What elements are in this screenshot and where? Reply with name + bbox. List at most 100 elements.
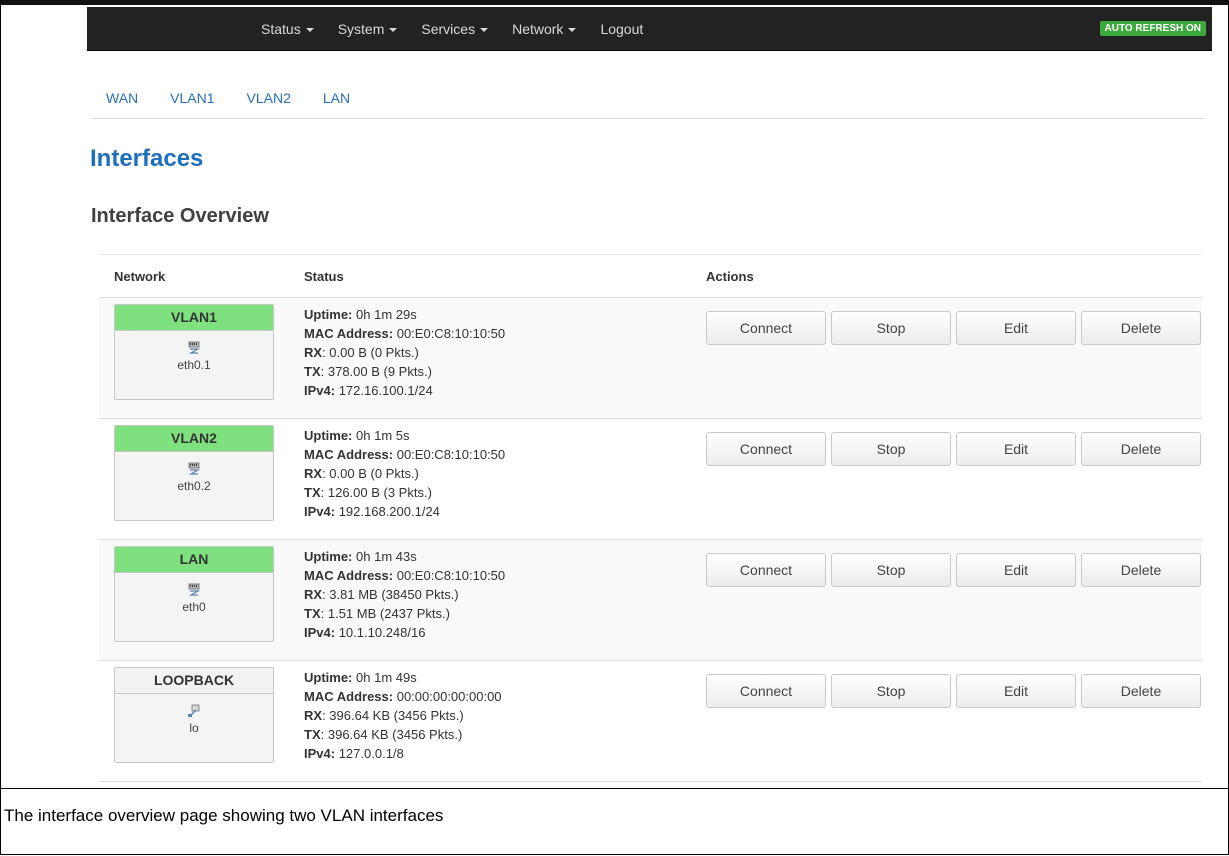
nav-item-system[interactable]: System — [338, 21, 398, 37]
status-rx: RX: 0.00 B (0 Pkts.) — [304, 345, 419, 360]
nav-item-label: System — [337, 20, 385, 37]
nav-item-label: Network — [512, 20, 564, 37]
section-title: Interface Overview — [91, 205, 269, 227]
tab-wan[interactable]: WAN — [91, 80, 154, 118]
interface-status: Uptime: 0h 1m 29s MAC Address: 00:E0:C8:1… — [304, 305, 505, 400]
auto-refresh-toggle[interactable]: AUTO REFRESH ON — [1099, 21, 1206, 36]
status-label: Uptime: — [304, 549, 353, 564]
nav-item-logout[interactable]: Logout — [600, 21, 643, 37]
nav-item-status[interactable]: Status — [261, 21, 314, 37]
table-row: VLAN2 eth0.2 Uptime: 0h 1m 5s MAC Address: … — [99, 419, 1202, 540]
ethernet-port-icon — [187, 341, 201, 355]
status-value: 3.81 MB (38450 Pkts.) — [329, 587, 459, 602]
stop-button[interactable]: Stop — [831, 311, 951, 345]
status-label: IPv4: — [304, 383, 336, 398]
ethernet-port-icon — [187, 462, 201, 476]
stop-button[interactable]: Stop — [831, 432, 951, 466]
nav-item-label: Logout — [600, 20, 644, 37]
status-label: MAC Address: — [304, 689, 394, 704]
status-value: 00:E0:C8:10:10:50 — [396, 447, 506, 462]
interface-status: Uptime: 0h 1m 49s MAC Address: 00:00:00:0… — [304, 668, 502, 763]
status-label: IPv4: — [304, 625, 336, 640]
status-mac: MAC Address: 00:E0:C8:10:10:50 — [304, 445, 505, 464]
connect-button[interactable]: Connect — [706, 432, 826, 466]
nav-item-label: Services — [421, 20, 476, 37]
interface-status: Uptime: 0h 1m 5s MAC Address: 00:E0:C8:10… — [304, 426, 505, 521]
edit-button[interactable]: Edit — [956, 311, 1076, 345]
status-value: 1.51 MB (2437 Pkts.) — [327, 606, 450, 621]
status-mac: MAC Address: 00:E0:C8:10:10:50 — [304, 566, 505, 585]
status-value: 378.00 B (9 Pkts.) — [327, 364, 432, 379]
nav-menu: Status System Services Network Logout — [261, 7, 667, 50]
edit-button[interactable]: Edit — [956, 432, 1076, 466]
table-row: LAN eth0 Uptime: 0h 1m 43s MAC Address: 00:… — [99, 540, 1202, 661]
delete-button[interactable]: Delete — [1081, 311, 1201, 345]
nav-item-network[interactable]: Network — [512, 20, 577, 37]
delete-button[interactable]: Delete — [1081, 432, 1201, 466]
status-value: 00:E0:C8:10:10:50 — [396, 568, 506, 583]
nav-item-label: Status — [261, 20, 301, 37]
status-mac: MAC Address: 00:00:00:00:00:00 — [304, 687, 502, 706]
interface-badge: VLAN1 eth0.1 — [114, 304, 274, 400]
status-ipv4: IPv4: 10.1.10.248/16 — [304, 623, 505, 642]
device-name: lo — [189, 721, 199, 735]
status-value: 10.1.10.248/16 — [338, 625, 426, 640]
caret-down-icon — [305, 27, 314, 32]
nav-item-services[interactable]: Services — [421, 20, 489, 37]
table-row: VLAN1 eth0.1 Uptime: 0h 1m 29s MAC Address:… — [99, 298, 1202, 419]
interface-device: lo — [115, 694, 273, 735]
status-value: 126.00 B (3 Pkts.) — [327, 485, 432, 500]
delete-button[interactable]: Delete — [1081, 674, 1201, 708]
status-label: RX — [304, 587, 323, 602]
status-label: Uptime: — [304, 428, 353, 443]
interface-badge: VLAN2 eth0.2 — [114, 425, 274, 521]
delete-button[interactable]: Delete — [1081, 553, 1201, 587]
interface-status: Uptime: 0h 1m 43s MAC Address: 00:E0:C8:1… — [304, 547, 505, 642]
status-mac: MAC Address: 00:E0:C8:10:10:50 — [304, 324, 505, 343]
interface-name: LAN — [115, 547, 273, 573]
interface-name: VLAN1 — [115, 305, 273, 331]
tab-vlan2[interactable]: VLAN2 — [231, 80, 307, 118]
status-label: RX — [304, 466, 323, 481]
status-label: Uptime: — [304, 307, 353, 322]
connect-button[interactable]: Connect — [706, 311, 826, 345]
status-tx: TX: 378.00 B (9 Pkts.) — [304, 364, 432, 379]
status-value: 0.00 B (0 Pkts.) — [329, 345, 419, 360]
status-rx: RX: 3.81 MB (38450 Pkts.) — [304, 587, 459, 602]
device-name: eth0.2 — [177, 479, 211, 493]
status-uptime: Uptime: 0h 1m 29s — [304, 305, 505, 324]
status-uptime: Uptime: 0h 1m 43s — [304, 547, 505, 566]
status-label: IPv4: — [304, 504, 336, 519]
frame-divider — [0, 788, 1229, 789]
row-actions: Connect Stop Edit Delete — [706, 674, 1206, 708]
status-label: TX — [304, 606, 321, 621]
status-label: TX — [304, 364, 321, 379]
connect-button[interactable]: Connect — [706, 553, 826, 587]
stop-button[interactable]: Stop — [831, 674, 951, 708]
interface-table: Network Status Actions VLAN1 eth0.1 Uptime… — [99, 254, 1202, 782]
interface-tabs: WAN VLAN1 VLAN2 LAN — [91, 80, 1205, 119]
stop-button[interactable]: Stop — [831, 553, 951, 587]
edit-button[interactable]: Edit — [956, 553, 1076, 587]
status-label: MAC Address: — [304, 447, 394, 462]
status-value: 00:00:00:00:00:00 — [396, 689, 502, 704]
status-tx: TX: 1.51 MB (2437 Pkts.) — [304, 606, 450, 621]
status-value: 172.16.100.1/24 — [338, 383, 433, 398]
row-actions: Connect Stop Edit Delete — [706, 553, 1206, 587]
device-name: eth0.1 — [177, 358, 211, 372]
status-label: MAC Address: — [304, 568, 394, 583]
status-label: RX — [304, 345, 323, 360]
tab-lan[interactable]: LAN — [307, 80, 366, 118]
status-rx: RX: 396.64 KB (3456 Pkts.) — [304, 708, 464, 723]
connect-button[interactable]: Connect — [706, 674, 826, 708]
status-value: 396.64 KB (3456 Pkts.) — [329, 708, 464, 723]
status-ipv4: IPv4: 172.16.100.1/24 — [304, 381, 505, 400]
status-uptime: Uptime: 0h 1m 5s — [304, 426, 505, 445]
status-value: 00:E0:C8:10:10:50 — [396, 326, 506, 341]
status-ipv4: IPv4: 127.0.0.1/8 — [304, 744, 502, 763]
status-value: 0h 1m 49s — [356, 670, 417, 685]
edit-button[interactable]: Edit — [956, 674, 1076, 708]
status-tx: TX: 396.64 KB (3456 Pkts.) — [304, 727, 463, 742]
tab-vlan1[interactable]: VLAN1 — [154, 80, 230, 118]
status-ipv4: IPv4: 192.168.200.1/24 — [304, 502, 505, 521]
